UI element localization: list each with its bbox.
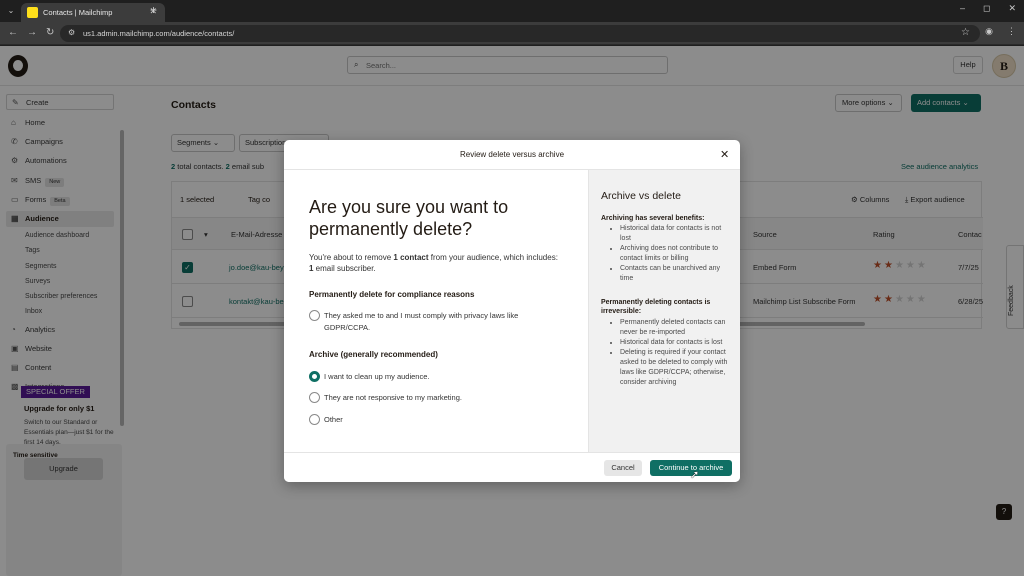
radio-privacy[interactable] [309, 310, 320, 321]
tab-title: Contacts | Mailchimp [43, 8, 113, 17]
delete-consequences-list: Permanently deleted contacts can never b… [611, 318, 733, 388]
browser-actions: ◉ ⋮ [985, 26, 1016, 37]
list-item: Historical data for contacts is lost [620, 338, 733, 348]
site-info-icon[interactable]: ⚙ [68, 28, 75, 37]
back-icon[interactable]: ← [8, 27, 18, 39]
intro-text: from your audience, which includes: [428, 253, 558, 262]
minimize-icon[interactable]: – [960, 3, 965, 14]
intro-text: email subscriber. [313, 264, 376, 273]
panel-title: Archive vs delete [601, 190, 681, 202]
modal-intro: You're about to remove 1 contact from yo… [309, 252, 559, 274]
browser-toolbar: ← → ↻ ⚙ us1.admin.mailchimp.com/audience… [0, 22, 1024, 45]
url-text[interactable]: us1.admin.mailchimp.com/audience/contact… [83, 29, 234, 38]
intro-text: You're about to remove [309, 253, 394, 262]
close-window-icon[interactable]: ✕ [1008, 3, 1016, 14]
list-item: Contacts can be unarchived any time [620, 264, 733, 284]
radio-unresponsive[interactable] [309, 392, 320, 403]
close-icon[interactable]: ✕ [720, 148, 729, 161]
option-label[interactable]: They are not responsive to my marketing. [324, 392, 559, 404]
cancel-button[interactable]: Cancel [604, 460, 642, 476]
modal-heading: Are you sure you want to permanently del… [309, 197, 509, 239]
forward-icon[interactable]: → [27, 27, 37, 39]
delete-vs-archive-modal: Review delete versus archive ✕ Are you s… [284, 140, 740, 482]
profile-icon[interactable]: ◉ [985, 26, 993, 37]
modal-header: Review delete versus archive ✕ [284, 140, 740, 170]
option-label[interactable]: Other [324, 414, 559, 426]
address-bar[interactable]: ⚙ us1.admin.mailchimp.com/audience/conta… [60, 25, 980, 42]
mouse-cursor-icon: ➚ [690, 469, 700, 481]
compliance-section-label: Permanently delete for compliance reason… [309, 290, 475, 299]
browser-tab-bar: ⌄ Contacts | Mailchimp ✕ + – ◻ ✕ [0, 0, 1024, 22]
archive-vs-delete-panel: Archive vs delete Archiving has several … [588, 170, 740, 452]
list-item: Deleting is required if your contact ask… [620, 348, 733, 388]
modal-footer: Cancel Continue to archive [284, 452, 740, 482]
tab-list-icon[interactable]: ⌄ [5, 5, 17, 17]
mailchimp-favicon-icon [27, 7, 38, 18]
radio-other[interactable] [309, 414, 320, 425]
list-item: Historical data for contacts is not lost [620, 224, 733, 244]
option-label[interactable]: They asked me to and I must comply with … [324, 310, 559, 334]
menu-dots-icon[interactable]: ⋮ [1007, 26, 1016, 37]
list-item: Archiving does not contribute to contact… [620, 244, 733, 264]
archive-section-label: Archive (generally recommended) [309, 350, 438, 359]
bookmark-star-icon[interactable]: ☆ [961, 27, 970, 38]
reload-icon[interactable]: ↻ [46, 27, 54, 39]
list-item: Permanently deleted contacts can never b… [620, 318, 733, 338]
archive-benefits-list: Historical data for contacts is not lost… [611, 224, 733, 284]
window-controls: – ◻ ✕ [960, 3, 1016, 14]
intro-contact-count: 1 contact [393, 253, 429, 262]
modal-title: Review delete versus archive [459, 150, 565, 159]
browser-tab[interactable]: Contacts | Mailchimp ✕ [21, 3, 165, 22]
radio-cleanup-selected[interactable] [309, 371, 320, 382]
new-tab-button[interactable]: + [150, 3, 157, 17]
maximize-icon[interactable]: ◻ [983, 3, 990, 14]
delete-consequences-heading: Permanently deleting contacts is irrever… [601, 299, 711, 315]
option-label[interactable]: I want to clean up my audience. [324, 371, 559, 383]
archive-benefits-heading: Archiving has several benefits: [601, 215, 705, 222]
